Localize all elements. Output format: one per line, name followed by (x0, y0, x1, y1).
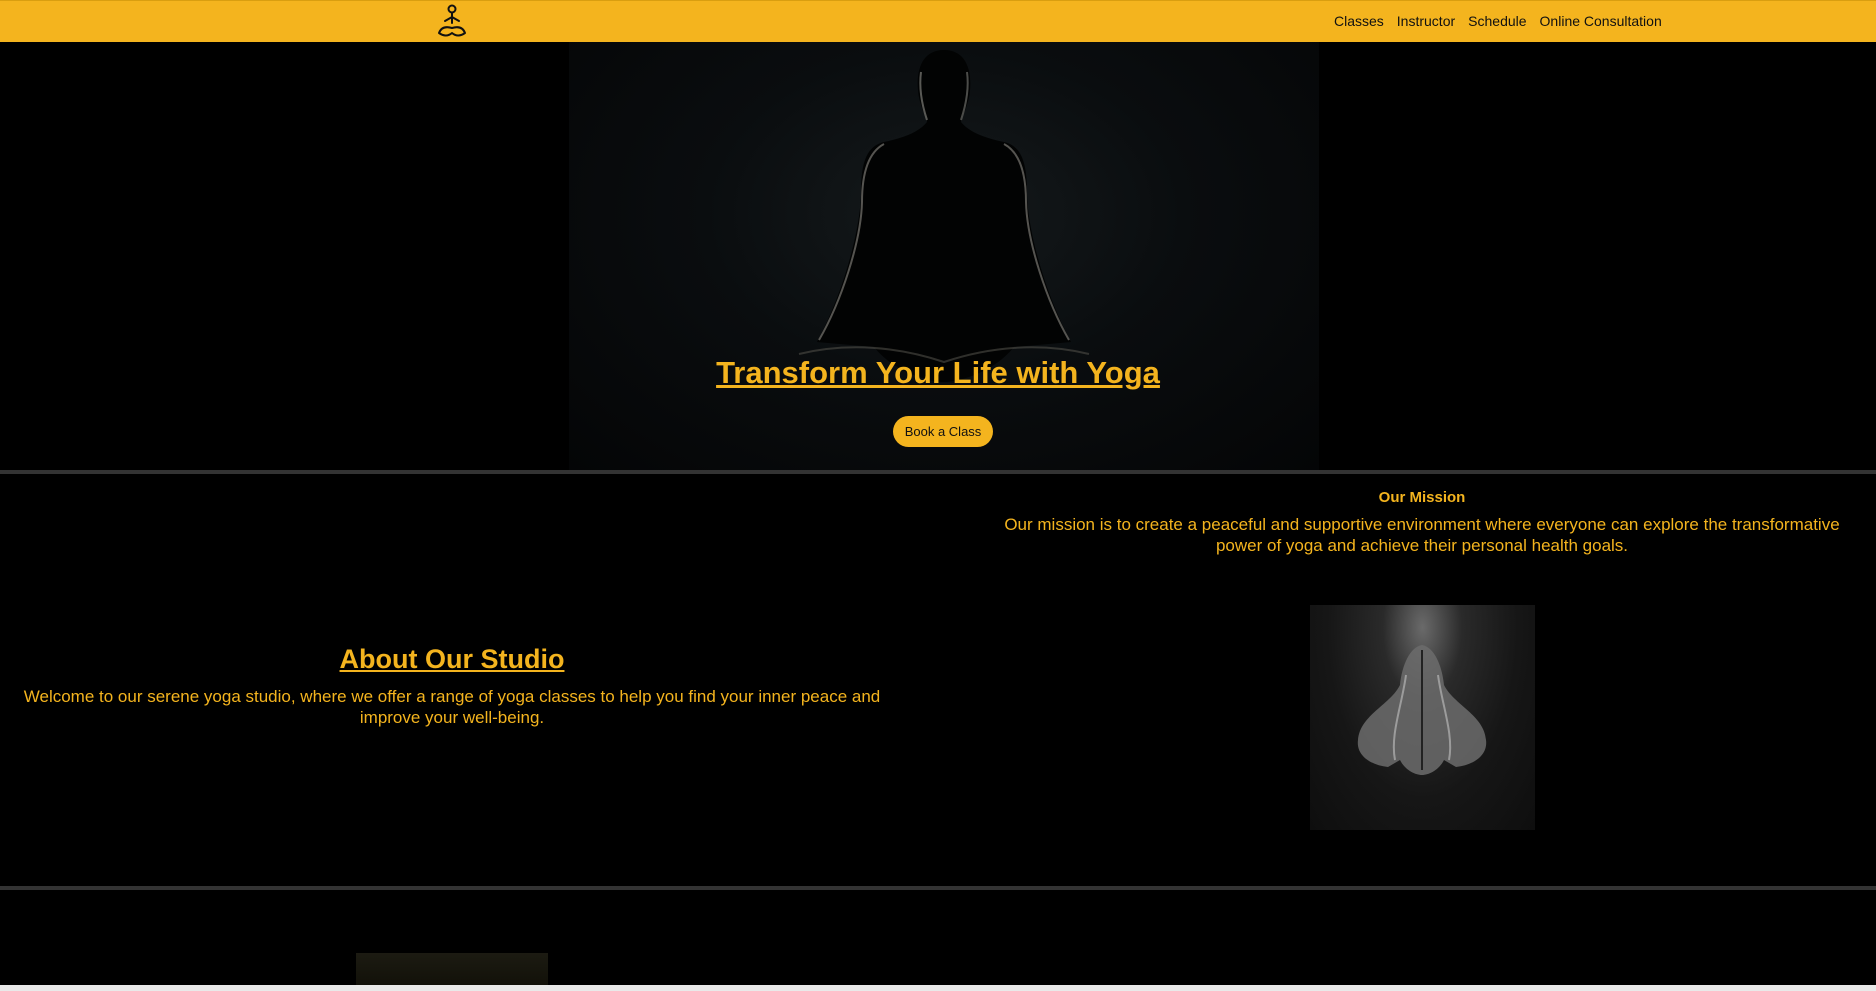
mission-yoga-pose-image (1310, 605, 1535, 830)
nav-online-consultation-link[interactable]: Online Consultation (1540, 13, 1662, 29)
section-divider (0, 886, 1876, 890)
hero-section: Transform Your Life with Yoga Book a Cla… (0, 42, 1876, 470)
hero-title: Transform Your Life with Yoga (716, 355, 1160, 390)
book-class-button[interactable]: Book a Class (893, 416, 993, 447)
mission-title: Our Mission (1378, 489, 1466, 506)
meditation-figure-icon[interactable] (433, 3, 471, 41)
about-heading: About Our Studio (339, 644, 565, 674)
nav-schedule-link[interactable]: Schedule (1468, 13, 1526, 29)
top-navbar: Classes Instructor Schedule Online Consu… (0, 0, 1876, 43)
about-section: About Our Studio Welcome to our serene y… (0, 474, 1876, 886)
about-text: Welcome to our serene yoga studio, where… (23, 687, 881, 727)
hero-meditation-image (569, 42, 1319, 470)
next-section (0, 892, 1876, 985)
main-nav: Classes Instructor Schedule Online Consu… (1334, 13, 1662, 29)
window-bottom-edge (0, 985, 1876, 991)
class-image (356, 953, 548, 985)
nav-classes-link[interactable]: Classes (1334, 13, 1384, 29)
nav-instructor-link[interactable]: Instructor (1397, 13, 1455, 29)
mission-text: Our mission is to create a peaceful and … (1004, 515, 1840, 555)
